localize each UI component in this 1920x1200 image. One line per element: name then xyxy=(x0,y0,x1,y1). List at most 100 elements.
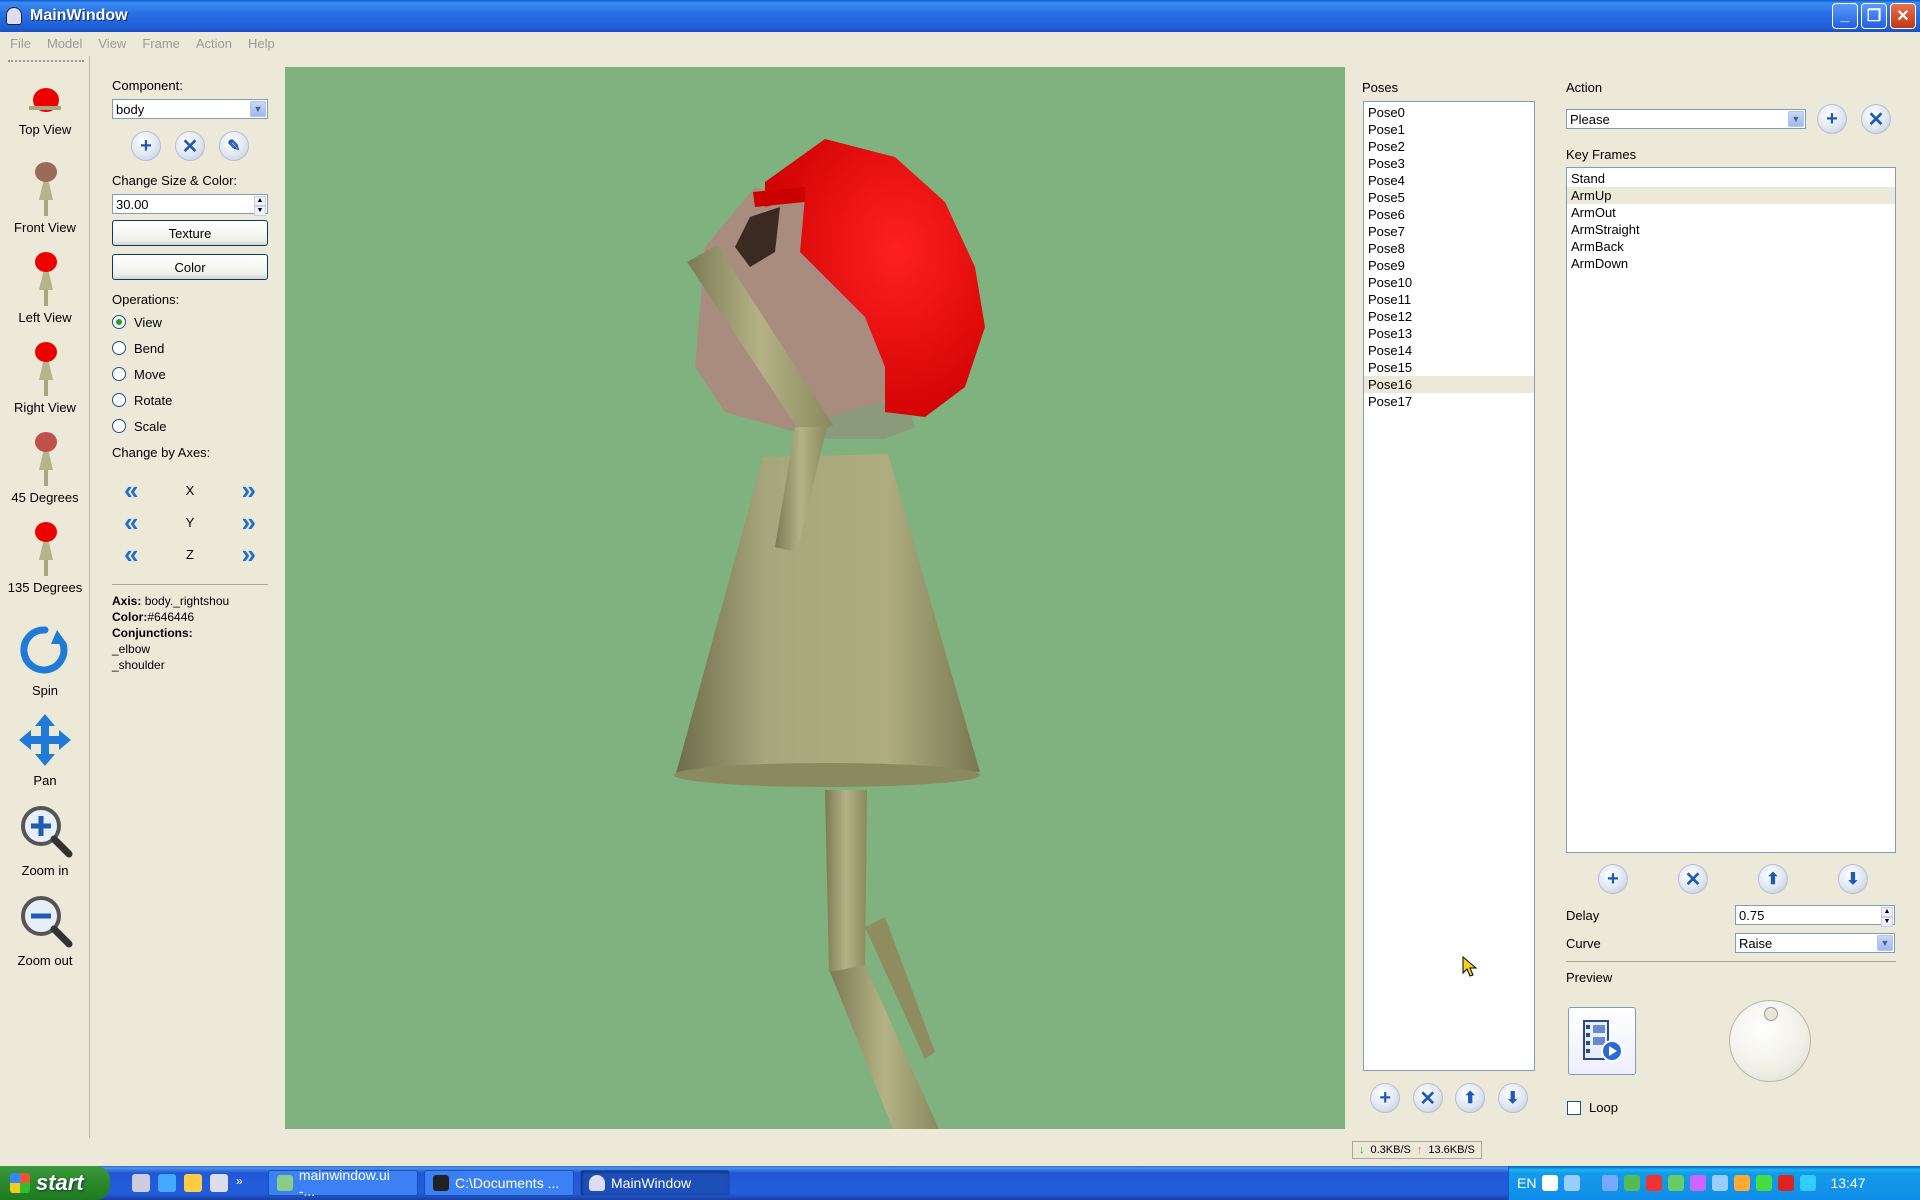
move-pose-down-button[interactable]: ⬇ xyxy=(1497,1083,1528,1113)
delay-spinbox[interactable]: 0.75 ▲ ▼ xyxy=(1735,905,1895,927)
add-component-button[interactable]: + xyxy=(131,131,161,161)
loop-checkbox[interactable]: Loop xyxy=(1567,1100,1618,1115)
pose-list-item[interactable]: Pose4 xyxy=(1364,172,1534,189)
texture-button[interactable]: Texture xyxy=(112,220,268,246)
pan-button[interactable]: Pan xyxy=(0,712,90,788)
size-spinbox[interactable]: 30.00 ▲ ▼ xyxy=(112,194,268,216)
add-action-button[interactable]: + xyxy=(1817,104,1847,134)
keyframe-list-item[interactable]: ArmStraight xyxy=(1567,221,1895,238)
menu-file[interactable]: File xyxy=(4,36,37,51)
delete-keyframe-button[interactable]: ✕ xyxy=(1678,864,1708,894)
pose-list-item[interactable]: Pose9 xyxy=(1364,257,1534,274)
menu-view[interactable]: View xyxy=(92,36,132,51)
tray-icon[interactable] xyxy=(1734,1175,1751,1191)
tray-icon[interactable] xyxy=(1602,1175,1619,1191)
poses-list[interactable]: Pose0 Pose1 Pose2 Pose3 Pose4 Pose5 Pose6 Pose7… xyxy=(1363,101,1535,1071)
keyframes-list[interactable]: Stand ArmUp ArmOut ArmStraight ArmBack ArmDow… xyxy=(1566,167,1896,853)
body-cone[interactable] xyxy=(675,454,980,777)
spin-up-icon[interactable]: ▲ xyxy=(254,196,266,206)
pose-list-item[interactable]: Pose13 xyxy=(1364,325,1534,342)
pose-list-item[interactable]: Pose6 xyxy=(1364,206,1534,223)
taskbar-item-mainwindow[interactable]: MainWindow xyxy=(580,1170,730,1196)
tray-icon[interactable] xyxy=(1690,1175,1707,1191)
edit-component-button[interactable]: ✎ xyxy=(219,131,249,161)
operation-bend-radio[interactable]: Bend xyxy=(112,335,268,361)
keyframe-list-item[interactable]: ArmUp xyxy=(1567,187,1895,204)
pose-list-item[interactable]: Pose2 xyxy=(1364,138,1534,155)
menu-help[interactable]: Help xyxy=(242,36,281,51)
pose-list-item[interactable]: Pose12 xyxy=(1364,308,1534,325)
pose-list-item[interactable]: Pose3 xyxy=(1364,155,1534,172)
pose-list-item[interactable]: Pose5 xyxy=(1364,189,1534,206)
ie-icon[interactable] xyxy=(158,1174,176,1192)
operation-rotate-radio[interactable]: Rotate xyxy=(112,387,268,413)
preview-dial[interactable] xyxy=(1729,1000,1811,1082)
language-indicator[interactable]: EN xyxy=(1517,1175,1536,1191)
move-keyframe-down-button[interactable]: ⬇ xyxy=(1838,864,1868,894)
spin-down-icon[interactable]: ▼ xyxy=(254,206,266,216)
folder-icon[interactable] xyxy=(184,1174,202,1192)
dial-knob[interactable] xyxy=(1764,1007,1778,1021)
move-keyframe-up-button[interactable]: ⬆ xyxy=(1758,864,1788,894)
front-view-button[interactable]: Front View xyxy=(0,158,90,235)
keyframe-list-item[interactable]: ArmBack xyxy=(1567,238,1895,255)
spin-down-icon[interactable]: ▼ xyxy=(1881,917,1893,927)
menu-action[interactable]: Action xyxy=(190,36,238,51)
action-select[interactable]: Please ▼ xyxy=(1566,109,1806,129)
move-pose-up-button[interactable]: ⬆ xyxy=(1455,1083,1486,1113)
pose-list-item[interactable]: Pose8 xyxy=(1364,240,1534,257)
component-select[interactable]: body ▼ xyxy=(112,99,268,119)
keyframe-list-item[interactable]: ArmOut xyxy=(1567,204,1895,221)
x-decrease-icon[interactable]: « xyxy=(124,477,138,503)
pose-list-item[interactable]: Pose7 xyxy=(1364,223,1534,240)
delete-component-button[interactable]: ✕ xyxy=(175,131,205,161)
help-icon[interactable] xyxy=(1542,1175,1559,1191)
color-button[interactable]: Color xyxy=(112,254,268,280)
tray-icon[interactable] xyxy=(1778,1175,1795,1191)
maximize-button[interactable]: ❐ xyxy=(1861,3,1887,29)
delete-action-button[interactable]: ✕ xyxy=(1861,104,1891,134)
tray-icon[interactable] xyxy=(1712,1175,1729,1191)
network-icon[interactable] xyxy=(1564,1175,1581,1191)
add-pose-button[interactable]: + xyxy=(1370,1083,1401,1113)
keyframe-list-item[interactable]: Stand xyxy=(1567,170,1895,187)
45-degrees-button[interactable]: 45 Degrees xyxy=(0,428,90,505)
chevron-right-icon[interactable]: » xyxy=(236,1174,254,1192)
pose-list-item[interactable]: Pose15 xyxy=(1364,359,1534,376)
taskbar-item-mainwindow-ui[interactable]: mainwindow.ui -... xyxy=(268,1167,418,1199)
tray-icon[interactable] xyxy=(1646,1175,1663,1191)
pose-list-item[interactable]: Pose11 xyxy=(1364,291,1534,308)
preview-button[interactable] xyxy=(1568,1007,1636,1075)
keyframe-list-item[interactable]: ArmDown xyxy=(1567,255,1895,272)
top-view-button[interactable]: Top View xyxy=(0,84,90,137)
pose-list-item[interactable]: Pose14 xyxy=(1364,342,1534,359)
pose-list-item[interactable]: Pose16 xyxy=(1364,376,1534,393)
spin-button[interactable]: Spin xyxy=(0,622,90,698)
menu-frame[interactable]: Frame xyxy=(136,36,186,51)
zoom-in-button[interactable]: Zoom in xyxy=(0,802,90,878)
notepad-icon[interactable] xyxy=(210,1174,228,1192)
tray-icon[interactable] xyxy=(1624,1175,1641,1191)
quicklaunch-app-icon[interactable] xyxy=(132,1174,150,1192)
upper-leg[interactable] xyxy=(825,790,867,972)
tray-icon[interactable] xyxy=(1756,1175,1773,1191)
left-view-button[interactable]: Left View xyxy=(0,248,90,325)
curve-select[interactable]: Raise ▼ xyxy=(1735,933,1895,953)
135-degrees-button[interactable]: 135 Degrees xyxy=(0,518,90,595)
y-increase-icon[interactable]: » xyxy=(242,509,256,535)
tray-icon[interactable] xyxy=(1668,1175,1685,1191)
operation-scale-radio[interactable]: Scale xyxy=(112,413,268,439)
tray-icon[interactable] xyxy=(1800,1175,1817,1191)
operation-view-radio[interactable]: View xyxy=(112,309,268,335)
pose-list-item[interactable]: Pose10 xyxy=(1364,274,1534,291)
y-decrease-icon[interactable]: « xyxy=(124,509,138,535)
operation-move-radio[interactable]: Move xyxy=(112,361,268,387)
delete-pose-button[interactable]: ✕ xyxy=(1412,1083,1443,1113)
start-button[interactable]: start xyxy=(0,1166,110,1200)
z-increase-icon[interactable]: » xyxy=(242,541,256,567)
3d-viewport[interactable] xyxy=(285,67,1345,1129)
pose-list-item[interactable]: Pose0 xyxy=(1364,104,1534,121)
pose-list-item[interactable]: Pose17 xyxy=(1364,393,1534,410)
add-keyframe-button[interactable]: + xyxy=(1598,864,1628,894)
close-button[interactable]: ✕ xyxy=(1890,3,1916,29)
